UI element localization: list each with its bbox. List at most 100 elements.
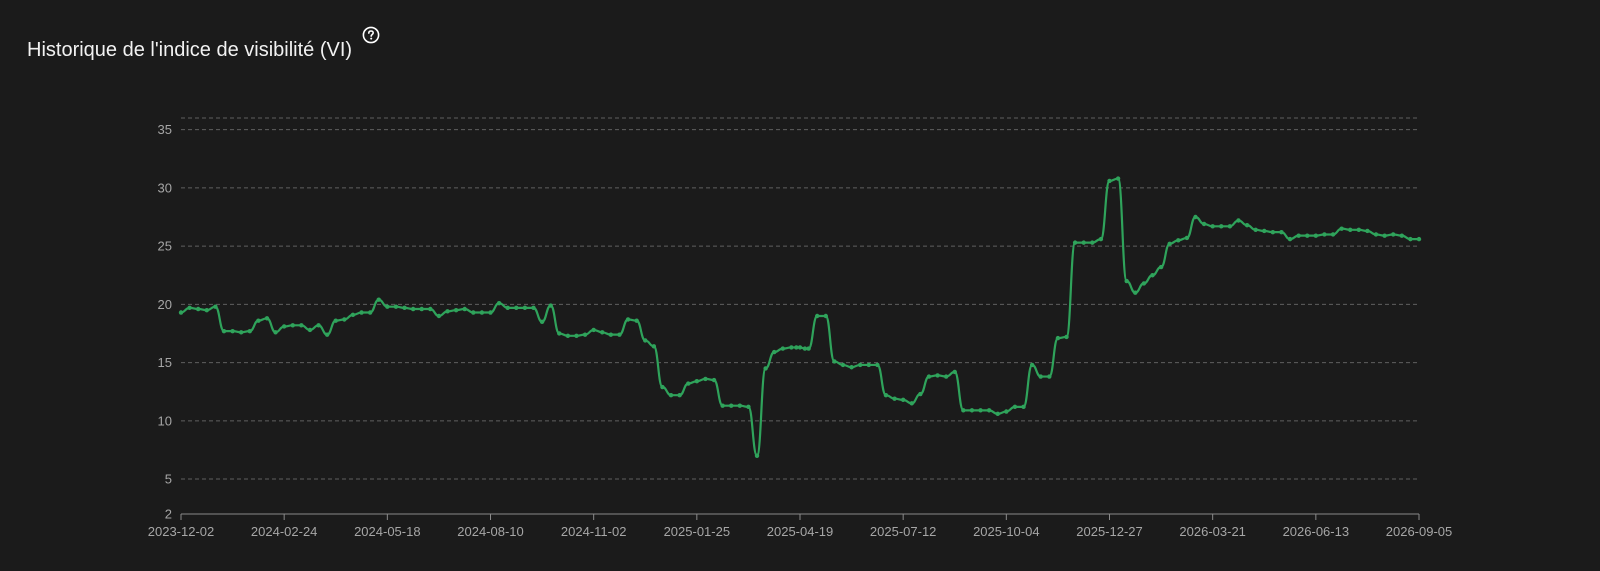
data-point — [926, 374, 932, 379]
data-point — [1330, 232, 1336, 237]
data-point — [548, 303, 553, 308]
data-point — [806, 346, 811, 351]
data-point — [204, 307, 209, 313]
data-point — [600, 330, 605, 335]
data-point — [694, 379, 700, 384]
data-point — [995, 411, 1000, 417]
data-point — [1081, 240, 1086, 245]
data-point — [247, 328, 252, 334]
data-point — [1021, 404, 1026, 410]
data-point — [539, 319, 545, 325]
data-point — [1115, 176, 1121, 181]
data-point — [221, 328, 227, 334]
y-tick-label: 15 — [158, 355, 172, 370]
data-point — [909, 401, 914, 406]
data-point — [488, 310, 493, 315]
x-tick-label: 2025-04-19 — [767, 524, 834, 539]
data-point — [677, 393, 682, 398]
data-point — [823, 313, 828, 319]
data-point — [187, 305, 192, 311]
data-point — [1262, 228, 1267, 234]
data-point — [608, 332, 614, 337]
data-point — [385, 304, 390, 309]
data-point — [686, 381, 691, 386]
data-point — [213, 304, 218, 309]
x-tick-label: 2025-01-25 — [664, 524, 731, 539]
y-tick-label: 25 — [158, 239, 172, 254]
data-point — [324, 332, 330, 337]
data-point — [496, 300, 502, 306]
data-point — [1210, 224, 1215, 229]
data-point — [1382, 233, 1387, 238]
data-point — [316, 323, 321, 328]
data-point — [900, 397, 906, 403]
data-point — [1373, 232, 1379, 237]
data-point — [256, 318, 261, 323]
data-point — [273, 330, 278, 335]
data-point — [453, 307, 459, 313]
data-point — [342, 317, 347, 322]
data-point — [393, 304, 399, 309]
data-point — [419, 306, 424, 312]
data-point — [720, 403, 725, 408]
data-point — [1408, 236, 1413, 242]
data-point — [969, 408, 975, 413]
data-point — [849, 365, 854, 370]
data-point — [625, 317, 631, 322]
data-point — [1090, 240, 1095, 245]
data-point — [1158, 264, 1164, 270]
data-point — [1201, 221, 1207, 227]
data-point — [445, 309, 450, 314]
data-point — [505, 305, 510, 311]
data-point — [1219, 224, 1224, 229]
data-point — [1227, 224, 1233, 229]
data-point — [479, 310, 485, 315]
data-point — [299, 323, 304, 328]
data-point — [918, 391, 923, 397]
data-point — [729, 403, 734, 408]
data-point — [651, 344, 657, 349]
data-point — [1236, 218, 1241, 223]
data-point — [772, 349, 777, 355]
data-point — [634, 318, 639, 323]
y-tick-label: 30 — [158, 180, 172, 195]
data-point — [307, 327, 313, 333]
data-point — [875, 362, 880, 368]
data-point — [333, 318, 338, 323]
data-point — [376, 297, 381, 302]
data-point — [832, 359, 837, 364]
data-point — [952, 369, 957, 375]
data-point — [428, 306, 433, 312]
data-point — [1339, 226, 1344, 231]
x-tick-label: 2025-10-04 — [973, 524, 1040, 539]
data-point — [359, 310, 364, 315]
data-point — [1124, 278, 1129, 284]
data-point — [1133, 290, 1138, 295]
data-point — [660, 384, 665, 390]
x-tick-label: 2025-12-27 — [1076, 524, 1143, 539]
data-point — [1184, 235, 1190, 241]
data-point — [892, 396, 897, 401]
line-chart: 251015202530352023-12-02 2024-02-24 2024-0… — [148, 117, 1452, 539]
data-point — [1004, 409, 1009, 414]
data-point — [230, 328, 235, 334]
data-point — [797, 345, 803, 350]
x-tick-label: 2024-08-10 — [457, 524, 524, 539]
data-point — [840, 362, 846, 368]
x-tick-label: 2024-02-24 — [251, 524, 318, 539]
x-tick-label: 2026-03-21 — [1179, 524, 1246, 539]
data-point — [943, 374, 949, 379]
data-point — [582, 332, 588, 337]
data-point — [557, 331, 562, 336]
data-point — [814, 313, 820, 319]
data-point — [746, 404, 751, 410]
data-point — [195, 306, 201, 312]
data-point — [643, 338, 648, 343]
data-point — [1244, 222, 1250, 228]
data-point — [1270, 229, 1276, 235]
y-tick-label: 20 — [158, 297, 172, 312]
data-point — [238, 330, 244, 335]
data-point — [436, 313, 442, 319]
data-point — [178, 310, 184, 315]
x-tick-label: 2025-07-12 — [870, 524, 937, 539]
